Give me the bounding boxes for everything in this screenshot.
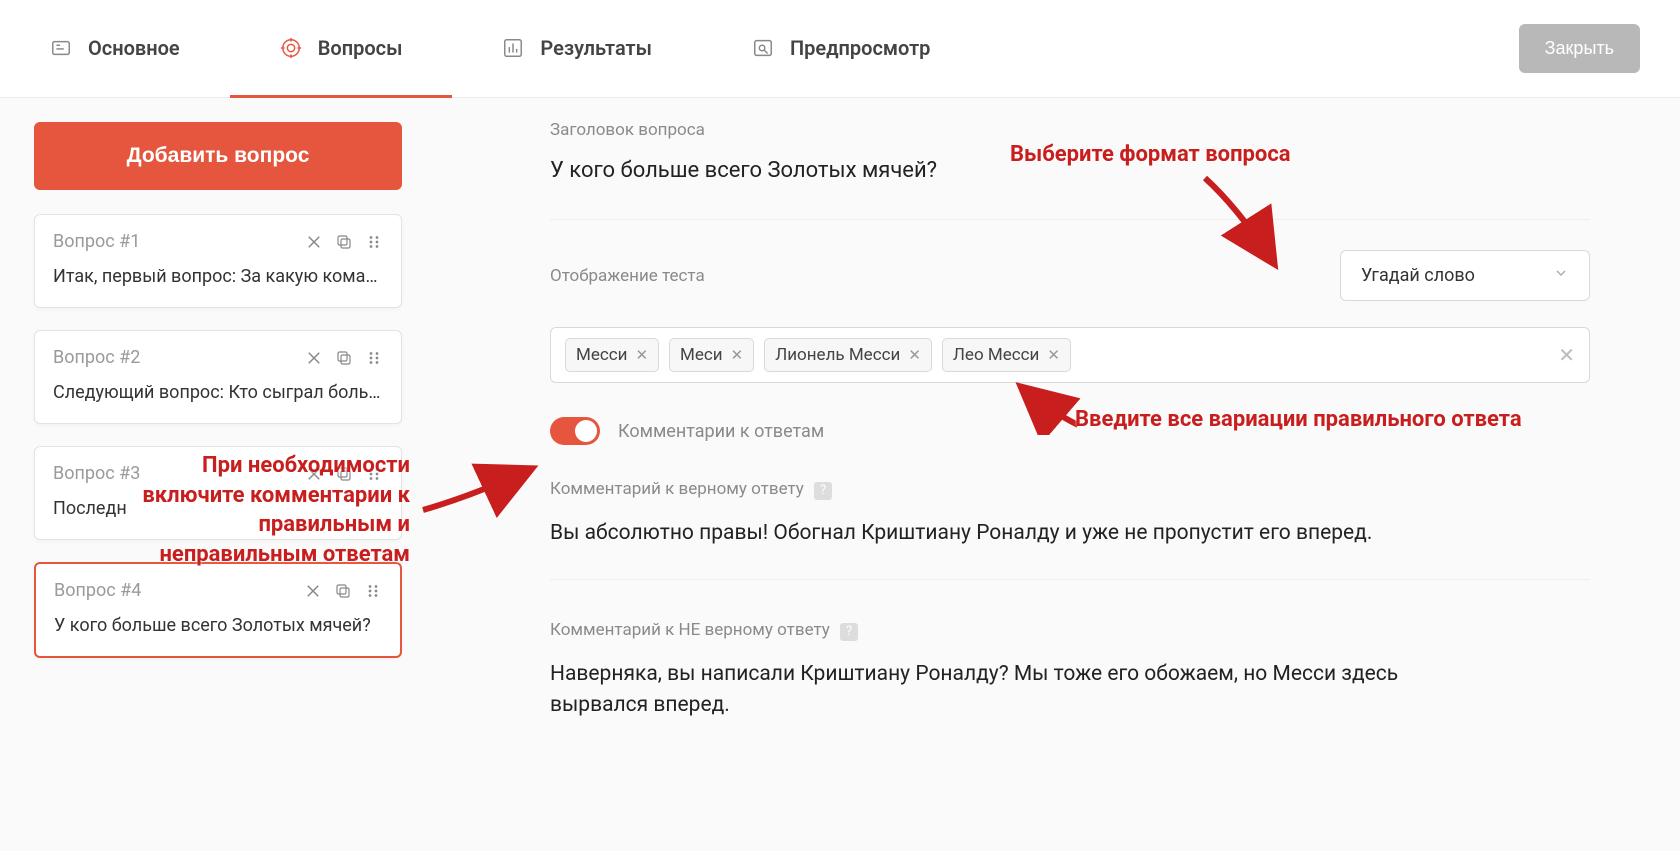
copy-icon[interactable]	[335, 349, 353, 367]
add-question-button[interactable]: Добавить вопрос	[34, 122, 402, 190]
question-card-1[interactable]: Вопрос #1 Итак, первый вопрос: За какую …	[34, 214, 402, 308]
copy-icon[interactable]	[335, 465, 353, 483]
display-type-select[interactable]: Угадай слово	[1340, 250, 1590, 301]
chevron-down-icon	[1553, 265, 1569, 286]
question-card-3[interactable]: Вопрос #3 Последн	[34, 446, 402, 540]
clear-all-tags-icon[interactable]: ✕	[1558, 343, 1575, 367]
question-number: Вопрос #4	[54, 580, 141, 601]
delete-icon[interactable]	[305, 465, 323, 483]
question-preview: У кого больше всего Золотых мячей?	[54, 615, 382, 636]
body: Добавить вопрос Вопрос #1 Итак, первый в…	[0, 98, 1680, 851]
correct-comment-text[interactable]: Вы абсолютно правы! Обогнал Криштиану Ро…	[550, 518, 1490, 550]
question-preview: Последн	[53, 498, 383, 519]
remove-tag-icon[interactable]: ✕	[1047, 346, 1060, 364]
remove-tag-icon[interactable]: ✕	[908, 346, 921, 364]
title-label: Заголовок вопроса	[550, 120, 1590, 140]
correct-comment-label: Комментарий к верному ответу ?	[550, 479, 1590, 500]
delete-icon[interactable]	[305, 349, 323, 367]
question-number: Вопрос #2	[53, 347, 140, 368]
remove-tag-icon[interactable]: ✕	[731, 346, 744, 364]
comments-toggle[interactable]	[550, 417, 600, 445]
title-value[interactable]: У кого больше всего Золотых мячей?	[550, 158, 1590, 183]
wrong-comment-text[interactable]: Наверняка, вы написали Криштиану Роналду…	[550, 659, 1490, 722]
preview-icon	[752, 37, 774, 59]
delete-icon[interactable]	[305, 233, 323, 251]
wrong-comment-block: Комментарий к НЕ верному ответу ? Наверн…	[550, 620, 1590, 752]
tabs: Основное Вопросы Результаты Предпросмотр	[0, 0, 1519, 97]
tab-results-label: Результаты	[540, 36, 652, 60]
copy-icon[interactable]	[335, 233, 353, 251]
tab-main-label: Основное	[88, 36, 180, 60]
display-type-value: Угадай слово	[1361, 265, 1475, 286]
form-icon	[50, 37, 72, 59]
drag-icon[interactable]	[365, 233, 383, 251]
drag-icon[interactable]	[364, 582, 382, 600]
answer-tag[interactable]: Лео Месси✕	[942, 338, 1071, 372]
tab-questions[interactable]: Вопросы	[230, 0, 453, 98]
title-block: Заголовок вопроса У кого больше всего Зо…	[550, 120, 1590, 220]
answer-tag[interactable]: Лионель Месси✕	[764, 338, 932, 372]
display-row: Отображение теста Угадай слово	[550, 250, 1590, 301]
drag-icon[interactable]	[365, 349, 383, 367]
help-icon[interactable]: ?	[840, 623, 858, 641]
help-icon[interactable]: ?	[814, 482, 832, 500]
delete-icon[interactable]	[304, 582, 322, 600]
question-card-2[interactable]: Вопрос #2 Следующий вопрос: Кто сыграл б…	[34, 330, 402, 424]
question-card-4[interactable]: Вопрос #4 У кого больше всего Золотых мя…	[34, 562, 402, 658]
answer-tag[interactable]: Месси✕	[565, 338, 659, 372]
target-icon	[280, 37, 302, 59]
comments-toggle-row: Комментарии к ответам	[550, 417, 1590, 445]
question-preview: Следующий вопрос: Кто сыграл боль…	[53, 382, 383, 403]
topbar: Основное Вопросы Результаты Предпросмотр…	[0, 0, 1680, 98]
answer-tag[interactable]: Меси✕	[669, 338, 754, 372]
comments-toggle-label: Комментарии к ответам	[618, 421, 824, 442]
wrong-comment-label: Комментарий к НЕ верному ответу ?	[550, 620, 1590, 641]
question-number: Вопрос #3	[53, 463, 140, 484]
correct-comment-block: Комментарий к верному ответу ? Вы абсолю…	[550, 479, 1590, 580]
tab-main[interactable]: Основное	[0, 0, 230, 98]
tab-preview[interactable]: Предпросмотр	[702, 0, 980, 98]
tab-results[interactable]: Результаты	[452, 0, 702, 98]
tab-preview-label: Предпросмотр	[790, 36, 930, 60]
close-button[interactable]: Закрыть	[1519, 24, 1640, 73]
copy-icon[interactable]	[334, 582, 352, 600]
chart-icon	[502, 37, 524, 59]
tab-questions-label: Вопросы	[318, 36, 403, 60]
drag-icon[interactable]	[365, 465, 383, 483]
remove-tag-icon[interactable]: ✕	[635, 346, 648, 364]
sidebar: Добавить вопрос Вопрос #1 Итак, первый в…	[0, 98, 430, 851]
editor-main: Заголовок вопроса У кого больше всего Зо…	[430, 98, 1680, 851]
answers-tags-input[interactable]: Месси✕ Меси✕ Лионель Месси✕ Лео Месси✕ ✕	[550, 327, 1590, 383]
question-preview: Итак, первый вопрос: За какую коман…	[53, 266, 383, 287]
question-number: Вопрос #1	[53, 231, 140, 252]
display-label: Отображение теста	[550, 266, 705, 286]
